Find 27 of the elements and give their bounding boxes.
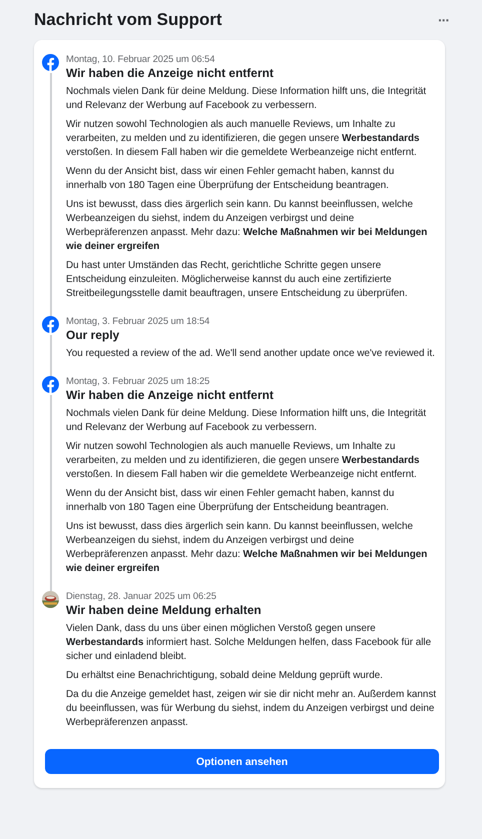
view-options-button[interactable]: Optionen ansehen bbox=[45, 749, 439, 774]
message-title: Wir haben die Anzeige nicht entfernt bbox=[66, 388, 274, 403]
facebook-logo-icon bbox=[42, 54, 59, 71]
facebook-logo-icon bbox=[42, 316, 59, 333]
message-paragraph: Nochmals vielen Dank für deine Meldung. Diese Information hilft uns, die Integrität und Relevanz der Werbung auf Facebook zu verbessern. bbox=[66, 407, 427, 435]
message-title: Wir haben deine Meldung erhalten bbox=[66, 603, 262, 618]
message-paragraph: Wenn du der Ansicht bist, dass wir einen Fehler gemacht haben, kannst du innerhalb von 180 Tagen eine Überprüfung der Entscheidung beantragen. bbox=[66, 165, 396, 193]
message-paragraph: Da du die Anzeige gemeldet hast, zeigen wir sie dir nicht mehr an. Außerdem kannst du beeinflussen, was für Werbung du siehst, indem du Anzeigen verbirgst und deine Werbepräferenzen anpasst. bbox=[66, 688, 437, 730]
message-date: Montag, 3. Februar 2025 um 18:25 bbox=[66, 376, 211, 388]
message-date: Montag, 3. Februar 2025 um 18:54 bbox=[66, 316, 211, 328]
message-paragraph: Wir nutzen sowohl Technologien als auch manuelle Reviews, um Inhalte zu verarbeiten, zu melden und zu identifizieren, die gegen unsere Werbestandards verstoßen. In diesem Fall haben wir die gemeldete Werbeanzeige nicht entfernt. bbox=[66, 440, 420, 482]
message-paragraph: Nochmals vielen Dank für deine Meldung. Diese Information hilft uns, die Integrität und Relevanz der Werbung auf Facebook zu verbessern. bbox=[66, 85, 427, 113]
message-paragraph: Du hast unter Umständen das Recht, gerichtliche Schritte gegen unsere Entscheidung einzuleiten. Möglicherweise kannst du auch eine zertifizierte Streitbeilegungsstelle damit beauftragen, unsere Entscheidung zu überprüfen. bbox=[66, 259, 408, 301]
more-options-button[interactable]: ··· bbox=[438, 12, 449, 28]
message-paragraph: Wenn du der Ansicht bist, dass wir einen Fehler gemacht haben, kannst du innerhalb von 180 Tagen eine Überprüfung der Entscheidung beantragen. bbox=[66, 487, 396, 515]
message-title: Wir haben die Anzeige nicht entfernt bbox=[66, 66, 274, 81]
message-paragraph: Uns ist bewusst, dass dies ärgerlich sein kann. Du kannst beeinflussen, welche Werbeanzeigen du siehst, indem du Anzeigen verbirgst und deine Werbepräferenzen anpasst. Mehr dazu: Welche Maßnahmen wir bei Meldungen wie deiner ergreifen bbox=[66, 198, 428, 254]
message-date: Montag, 10. Februar 2025 um 06:54 bbox=[66, 54, 216, 66]
message-paragraph: Uns ist bewusst, dass dies ärgerlich sein kann. Du kannst beeinflussen, welche Werbeanzeigen du siehst, indem du Anzeigen verbirgst und deine Werbepräferenzen anpasst. Mehr dazu: Welche Maßnahmen wir bei Meldungen wie deiner ergreifen bbox=[66, 520, 428, 576]
message-paragraph: Vielen Dank, dass du uns über einen möglichen Verstoß gegen unsere Werbestandards informiert hast. Solche Meldungen helfen, dass Facebook für alle sicher und einladend bleibt. bbox=[66, 622, 432, 664]
facebook-logo-icon bbox=[42, 376, 59, 393]
message-paragraph: Du erhältst eine Benachrichtigung, sobald deine Meldung geprüft wurde. bbox=[66, 669, 384, 683]
message-paragraph: You requested a review of the ad. We'll send another update once we've reviewed it. bbox=[66, 347, 436, 361]
page-title: Nachricht vom Support bbox=[34, 10, 222, 30]
message-date: Dienstag, 28. Januar 2025 um 06:25 bbox=[66, 591, 218, 603]
message-paragraph: Wir nutzen sowohl Technologien als auch manuelle Reviews, um Inhalte zu verarbeiten, zu melden und zu identifizieren, die gegen unsere Werbestandards verstoßen. In diesem Fall haben wir die gemeldete Werbeanzeige nicht entfernt. bbox=[66, 118, 420, 160]
message-title: Our reply bbox=[66, 328, 120, 343]
